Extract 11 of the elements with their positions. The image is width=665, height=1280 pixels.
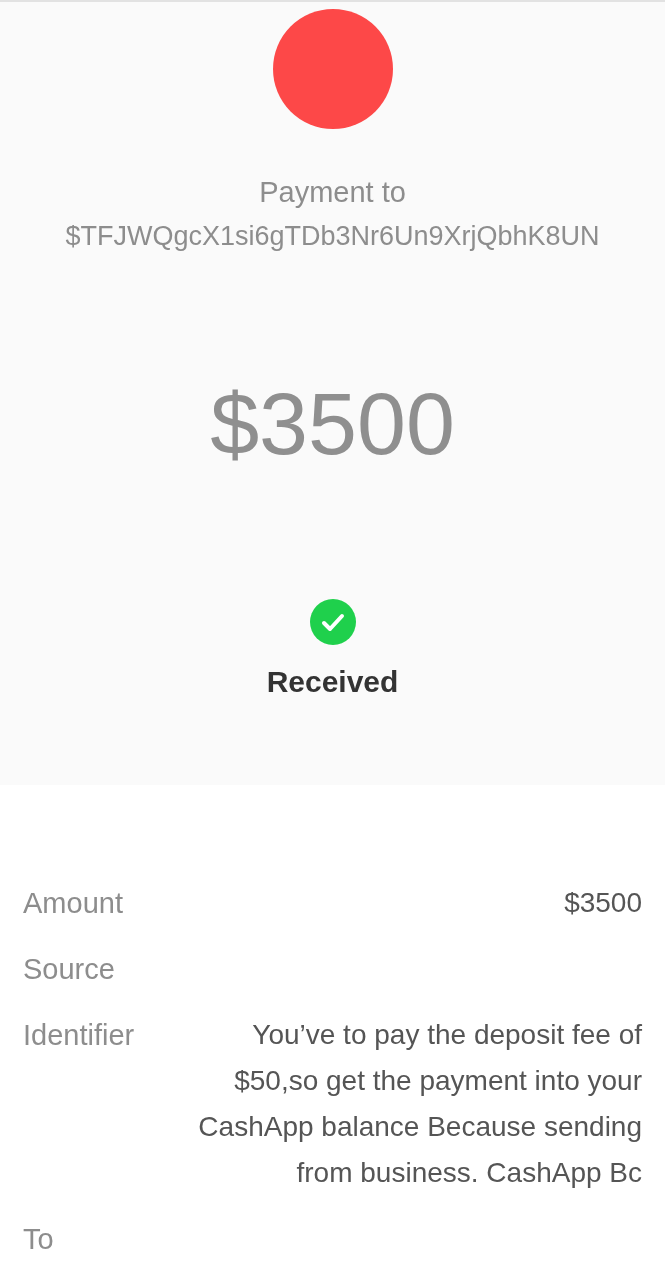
- payment-amount: $3500: [210, 374, 455, 474]
- detail-value: $3500: [564, 886, 642, 920]
- detail-label: Amount: [23, 886, 123, 921]
- detail-value: You’ve to pay the deposit fee of $50,so get the payment into your CashApp balance Because sending from business. CashApp Bc: [197, 1018, 642, 1190]
- detail-label: Identifier: [23, 1018, 135, 1053]
- recipient-id: $TFJWQgcX1si6gTDb3Nr6Un9XrjQbhK8UN: [65, 220, 600, 253]
- detail-label: To: [23, 1222, 54, 1257]
- check-circle-icon: [309, 599, 356, 645]
- detail-label: Source: [23, 952, 115, 987]
- status-label: Received: [266, 664, 399, 700]
- payment-title: Payment to: [259, 175, 406, 210]
